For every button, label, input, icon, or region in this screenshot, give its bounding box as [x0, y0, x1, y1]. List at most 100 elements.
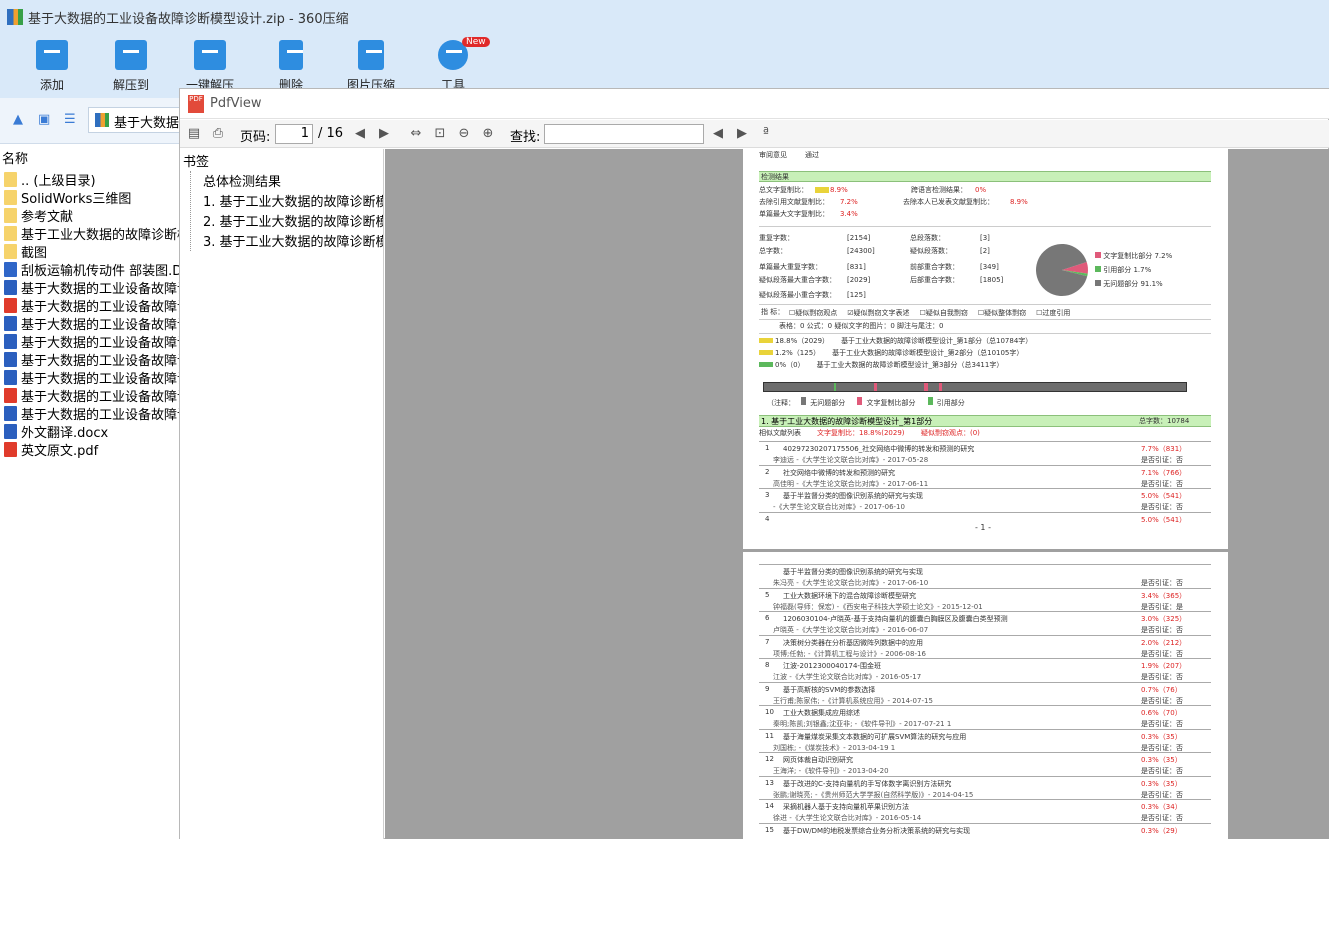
thumbnail-view-icon[interactable]: ▣ [38, 113, 52, 126]
fit-width-icon[interactable]: ⇔ [408, 126, 424, 142]
bookmark-item[interactable]: 3. 基于工业大数据的故障诊断模型 [203, 231, 383, 250]
file-list-item[interactable]: 外文翻译.docx [4, 422, 108, 441]
similar-row[interactable]: 6 1206030104-卢晓英-基于支持向量机的腹囊白胸膜区及腹囊白类型预测 卢晓… [759, 611, 1211, 634]
indicator-checkbox[interactable]: ☐疑似自我剽窃 [920, 309, 968, 317]
similar-row[interactable]: 7 决策树分类器在分析基因微阵列数据中的应用 项博;任勃; -《计算机工程与设计》-… [759, 634, 1211, 658]
row-source: 项博;任勃; -《计算机工程与设计》- 2006-08-16 [773, 649, 926, 658]
similar-row[interactable]: 10 工业大数据集成应用综述 秦明;陈凯;刘银鑫;沈亚非; -《软件导刊》- 201… [759, 705, 1211, 728]
similar-row[interactable]: 5 工业大数据环境下的混合故障诊断模型研究 钟福磊(导师：保宏) -《西安电子科技大… [759, 587, 1211, 611]
image-compress-icon [358, 40, 384, 70]
similar-row[interactable]: 15 基于DW/DM的地税发票综合业务分析决策系统的研究与实现 0.3%（29） [759, 822, 1211, 840]
row-cited: 是否引证：否 [1141, 790, 1183, 799]
part-desc[interactable]: 基于工业大数据的故障诊断模型设计_第1部分（总10784字） [841, 337, 1032, 345]
file-list-item[interactable]: 基于大数据的工业设备故障诊断 [4, 386, 204, 405]
similar-row[interactable]: 9 基于高斯核的SVM的参数选择 王行甫;陈家伟; -《计算机系统应用》- 2014… [759, 681, 1211, 705]
file-list-item[interactable]: 基于大数据的工业设备故障诊断 [4, 278, 203, 297]
tools-button[interactable]: New 工具 [418, 37, 490, 93]
next-page-icon[interactable]: ▶ [376, 126, 392, 142]
indicator-checkbox[interactable]: ☐疑似剽窃观点 [789, 309, 837, 317]
delete-button[interactable]: 删除 [256, 40, 326, 93]
note-item: 文字复制比部分 [866, 399, 916, 407]
excl-self-value: 8.9% [1010, 198, 1028, 206]
part-desc[interactable]: 基于工业大数据的故障诊断模型设计_第3部分（总3411字） [817, 361, 1004, 369]
image-compress-button[interactable]: 图片压缩 [336, 40, 406, 93]
list-view-icon[interactable]: ☰ [64, 113, 78, 126]
bookmark-item[interactable]: 1. 基于工业大数据的故障诊断模型 [203, 191, 383, 210]
file-list-item[interactable]: 基于工业大数据的故障诊断模型 [4, 224, 203, 243]
extract-button[interactable]: 解压到 [96, 40, 166, 93]
file-list-item[interactable]: 基于大数据的工业设备故障诊断 [4, 368, 203, 387]
pdf-view[interactable]: 审阅意见 通过 检测结果 总文字复制比： 8.9% 跨语言检测结果： 0% 去除… [385, 149, 1329, 839]
zoom-out-icon[interactable]: ⊖ [456, 126, 472, 142]
similar-row[interactable]: 13 基于改进的C-支持向量机的手写体数字离识别方法研究 张鹏;谢晓亮; -《贵州师… [759, 775, 1211, 799]
similar-row[interactable]: 12 网页体裁自动识别研究 王海洋; -《软件导刊》- 2013-04-20 0.3%… [759, 752, 1211, 775]
indicator-checkbox[interactable]: ☐过度引用 [1036, 309, 1070, 317]
similar-row[interactable]: 2 社交网络中微博的转发和预测的研究 高佳明 -《大学生论文联合比对库》- 2017… [759, 464, 1211, 488]
open-file-icon[interactable]: ▤ [186, 126, 202, 142]
page-label: 页码: [240, 130, 271, 145]
part-desc[interactable]: 基于工业大数据的故障诊断模型设计_第2部分（总10105字） [832, 349, 1023, 357]
similar-row[interactable]: 1 40297230207175506_社交网络中微博的转发和预测的研究 李迪远 -… [759, 441, 1211, 464]
add-button[interactable]: 添加 [17, 40, 87, 93]
file-list-item[interactable]: 参考文献 [4, 206, 73, 225]
total-chars-value: [24300] [847, 247, 875, 255]
row-title: 1206030104-卢晓英-基于支持向量机的腹囊白胸膜区及腹囊白类型预测 [783, 615, 1008, 623]
file-list-item[interactable]: 英文原文.pdf [4, 440, 98, 459]
row-source: 钟福磊(导师：保宏) -《西安电子科技大学硕士论文》- 2015-12-01 [773, 602, 983, 611]
prev-page-icon[interactable]: ◀ [352, 126, 368, 142]
font-options-icon[interactable]: ª [758, 126, 774, 142]
one-click-extract-button[interactable]: 一键解压 [175, 40, 245, 93]
print-icon[interactable]: ⎙ [210, 126, 226, 142]
file-name: .. (上级目录) [21, 173, 96, 189]
file-list-item[interactable]: SolidWorks三维图 [4, 188, 131, 207]
similar-row[interactable]: 11 基于海量煤炭采集文本数据的可扩展SVM算法的研究与应用 刘国栋; -《煤炭技术… [759, 728, 1211, 752]
folder-icon [4, 225, 17, 241]
file-list-item[interactable]: 基于大数据的工业设备故障诊断 [4, 332, 203, 351]
file-list-item[interactable]: 截图 [4, 242, 47, 261]
similar-row[interactable]: 3 基于半监督分类的图像识别系统的研究与实现 -《大学生论文联合比对库》- 2017… [759, 488, 1211, 511]
bookmark-tree: 总体检测结果 1. 基于工业大数据的故障诊断模型 2. 基于工业大数据的故障诊断… [190, 171, 383, 251]
row-percent: 2.0%（212） [1141, 638, 1187, 647]
total-para-value: [3] [980, 234, 990, 242]
copy-swatch [857, 397, 863, 405]
zoom-in-icon[interactable]: ⊕ [480, 126, 496, 142]
one-click-extract-icon [194, 40, 226, 70]
indicator-checkbox[interactable]: ☐疑似整体剽窃 [978, 309, 1026, 317]
similar-row[interactable]: 基于半监督分类的图像识别系统的研究与实现 朱冯亮 -《大学生论文联合比对库》- 2… [759, 564, 1211, 587]
row-cited: 是否引证：否 [1141, 479, 1183, 488]
similar-row[interactable]: 14 采摘机器人基于支持向量机苹果识别方法 徐进 -《大学生论文联合比对库》- 20… [759, 799, 1211, 822]
indicator-checkbox[interactable]: ☑疑似剽窃文字表述 [847, 309, 909, 317]
bookmark-item[interactable]: 总体检测结果 [203, 171, 383, 190]
file-list-item[interactable]: 基于大数据的工业设备故障诊断 [4, 350, 203, 369]
back-overlap-value: [1805] [980, 276, 1004, 284]
file-list-item[interactable]: 基于大数据的工业设备故障诊断 [4, 314, 203, 333]
total-chars-label: 总字数： [759, 247, 787, 255]
find-next-icon[interactable]: ▶ [734, 126, 750, 142]
file-name: 基于大数据的工业设备故障诊断 [21, 389, 204, 405]
legend-label: 无问题部分 91.1% [1103, 280, 1163, 288]
name-column-header[interactable]: 名称 [2, 148, 28, 167]
word-file-icon [4, 423, 17, 439]
note-item: 无问题部分 [810, 399, 846, 407]
up-arrow-icon[interactable]: ▲ [13, 113, 27, 126]
bookmark-item[interactable]: 2. 基于工业大数据的故障诊断模型 [203, 211, 383, 230]
fit-page-icon[interactable]: ⊡ [432, 126, 448, 142]
part-bar [759, 362, 773, 367]
bookmarks-header: 书签 [183, 155, 210, 170]
page-number-input[interactable]: 1 [275, 124, 313, 144]
legend-swatch [1095, 266, 1101, 272]
cross-lang-label: 跨语言检测结果： [911, 186, 967, 194]
row-source: 朱冯亮 -《大学生论文联合比对库》- 2017-06-10 [773, 579, 929, 587]
legend-item: 无问题部分 91.1% [1095, 280, 1172, 294]
row-source: 徐进 -《大学生论文联合比对库》- 2016-05-14 [773, 814, 922, 822]
file-list-item[interactable]: 刮板运输机传动件 部装图.DW [4, 260, 195, 279]
similar-row[interactable]: 8 江波-2012300040174-围金班 江波 -《大学生论文联合比对库》- 2… [759, 658, 1211, 681]
row-source: 王海洋; -《软件导刊》- 2013-04-20 [773, 767, 889, 775]
file-list-item[interactable]: 基于大数据的工业设备故障诊断 [4, 404, 203, 423]
file-list-item[interactable]: 基于大数据的工业设备故障诊断 [4, 296, 203, 315]
find-prev-icon[interactable]: ◀ [710, 126, 726, 142]
similarity-distribution-bar [763, 382, 1187, 392]
file-list-item[interactable]: .. (上级目录) [4, 170, 96, 189]
total-copy-bar [815, 187, 829, 193]
find-input[interactable] [544, 124, 704, 144]
